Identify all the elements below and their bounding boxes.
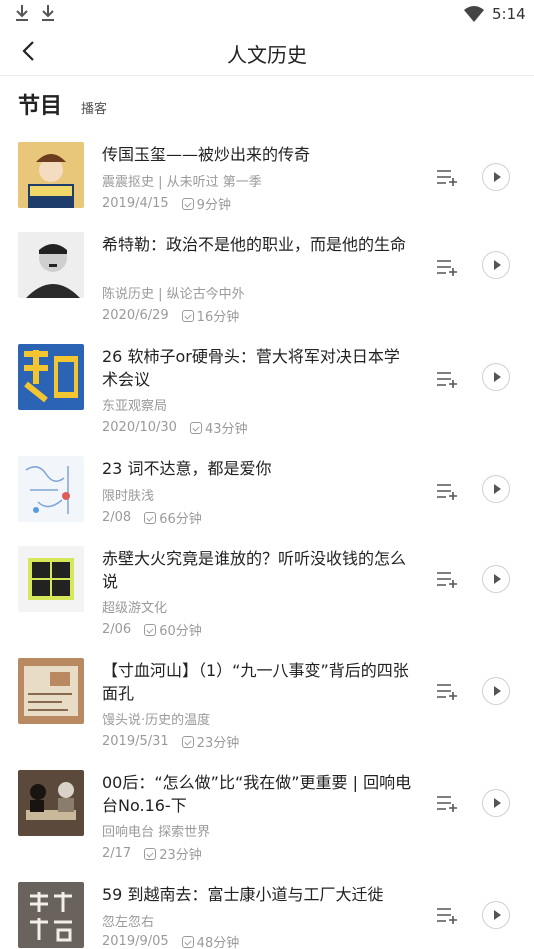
play-button[interactable] [482, 789, 510, 817]
download-icon [42, 5, 54, 21]
episode-cover [18, 882, 84, 948]
episode-duration: 60分钟 [159, 624, 202, 639]
play-button[interactable] [482, 475, 510, 503]
duration-icon [181, 735, 194, 748]
list-item[interactable]: 希特勒：政治不是他的职业，而是他的生命 陈说历史 | 纵论古今中外 2020/6… [0, 220, 534, 332]
list-item[interactable]: 【寸血河山】（1）“九一八事变”背后的四张面孔 馒头说·历史的温度 2019/5… [0, 646, 534, 758]
episode-source: 限时肤浅 [102, 489, 155, 504]
episode-duration: 23分钟 [159, 848, 202, 863]
episode-title[interactable]: 59 到越南去：富士康小道与工厂大迁徙 [102, 883, 412, 906]
episode-source: 陈说历史 | 纵论古今中外 [102, 287, 245, 302]
episode-cover [18, 456, 84, 522]
episode-title[interactable]: 赤壁大火究竟是谁放的？听听没收钱的怎么说 [102, 547, 412, 593]
list-item[interactable]: 59 到越南去：富士康小道与工厂大迁徙 忽左忽右 2019/9/05 48分钟 [0, 870, 534, 949]
episode-meta: 2020/6/29 16分钟 [102, 306, 239, 325]
play-button[interactable] [482, 565, 510, 593]
add-to-playlist-icon[interactable] [436, 570, 458, 588]
episode-date: 2/08 [102, 510, 132, 525]
play-button[interactable] [482, 163, 510, 191]
cover-art [18, 770, 84, 836]
wifi-icon [464, 6, 484, 22]
episode-meta: 2019/5/31 23分钟 [102, 732, 239, 751]
add-to-playlist-icon[interactable] [436, 482, 458, 500]
episode-date: 2019/9/05 [102, 934, 169, 949]
episode-cover [18, 142, 84, 208]
cover-art [18, 546, 84, 612]
episode-title[interactable]: 23 词不达意，都是爱你 [102, 457, 412, 480]
episode-cover [18, 344, 84, 410]
episode-source: 超级游文化 [102, 601, 168, 616]
add-to-playlist-icon[interactable] [436, 906, 458, 924]
episode-meta: 2019/4/15 9分钟 [102, 194, 231, 213]
episode-title[interactable]: 00后：“怎么做”比“我在做”更重要 | 回响电台No.16-下 [102, 771, 412, 817]
episode-title[interactable]: 26 软柿子or硬骨头：菅大将军对决日本学术会议 [102, 345, 412, 391]
cover-art [18, 232, 84, 298]
download-icon [16, 5, 28, 21]
episode-source: 回响电台 探索世界 [102, 825, 211, 840]
episode-title[interactable]: 传国玉玺——被炒出来的传奇 [102, 143, 412, 166]
episode-source: 馒头说·历史的温度 [102, 713, 211, 728]
duration-icon [189, 421, 202, 434]
duration-icon [181, 935, 194, 948]
episode-cover [18, 770, 84, 836]
episode-source: 震震抠史 | 从未听过 第一季 [102, 175, 262, 190]
cover-art [18, 344, 84, 410]
play-button[interactable] [482, 251, 510, 279]
episode-meta: 2/06 60分钟 [102, 620, 202, 639]
episode-source: 东亚观察局 [102, 399, 168, 414]
status-bar: 5:14 [0, 0, 534, 28]
add-to-playlist-icon[interactable] [436, 370, 458, 388]
episode-date: 2020/10/30 [102, 420, 177, 435]
cover-art [18, 456, 84, 522]
play-button[interactable] [482, 901, 510, 929]
episode-title[interactable]: 希特勒：政治不是他的职业，而是他的生命 [102, 233, 412, 256]
episode-cover [18, 658, 84, 724]
episode-duration: 16分钟 [196, 310, 240, 325]
episode-date: 2019/5/31 [102, 734, 169, 749]
cover-art [18, 658, 84, 724]
cover-art [18, 142, 84, 208]
episode-source: 忽左忽右 [102, 915, 155, 930]
play-button[interactable] [482, 677, 510, 705]
episode-meta: 2020/10/30 43分钟 [102, 418, 247, 437]
section-title: 节目 [18, 94, 63, 119]
episode-duration: 43分钟 [204, 422, 248, 437]
top-bar: 人文历史 [0, 28, 534, 76]
duration-icon [181, 309, 194, 322]
section-tag[interactable]: 播客 [81, 98, 107, 117]
episode-duration: 23分钟 [196, 736, 240, 751]
add-to-playlist-icon[interactable] [436, 682, 458, 700]
status-time: 5:14 [492, 5, 526, 23]
add-to-playlist-icon[interactable] [436, 258, 458, 276]
episode-meta: 2/08 66分钟 [102, 508, 202, 527]
list-item[interactable]: 赤壁大火究竟是谁放的？听听没收钱的怎么说 超级游文化 2/06 60分钟 [0, 534, 534, 646]
episode-date: 2020/6/29 [102, 308, 169, 323]
page-title: 人文历史 [227, 43, 307, 67]
episode-duration: 66分钟 [159, 512, 202, 527]
play-button[interactable] [482, 363, 510, 391]
duration-icon [144, 511, 157, 524]
list-item[interactable]: 26 软柿子or硬骨头：菅大将军对决日本学术会议 东亚观察局 2020/10/3… [0, 332, 534, 444]
episode-duration: 9分钟 [196, 198, 231, 213]
episode-meta: 2/17 23分钟 [102, 844, 202, 863]
episode-cover [18, 546, 84, 612]
cover-art [18, 882, 84, 948]
episode-title[interactable]: 【寸血河山】（1）“九一八事变”背后的四张面孔 [102, 659, 412, 705]
duration-icon [181, 197, 194, 210]
episode-date: 2019/4/15 [102, 196, 169, 211]
duration-icon [144, 847, 157, 860]
list-item[interactable]: 00后：“怎么做”比“我在做”更重要 | 回响电台No.16-下 回响电台 探索… [0, 758, 534, 870]
episode-meta: 2019/9/05 48分钟 [102, 932, 239, 949]
episode-cover [18, 232, 84, 298]
section-header: 节目 播客 [18, 88, 107, 119]
episode-date: 2/06 [102, 622, 132, 637]
add-to-playlist-icon[interactable] [436, 168, 458, 186]
add-to-playlist-icon[interactable] [436, 794, 458, 812]
duration-icon [144, 623, 157, 636]
episode-date: 2/17 [102, 846, 132, 861]
episode-duration: 48分钟 [196, 936, 240, 949]
